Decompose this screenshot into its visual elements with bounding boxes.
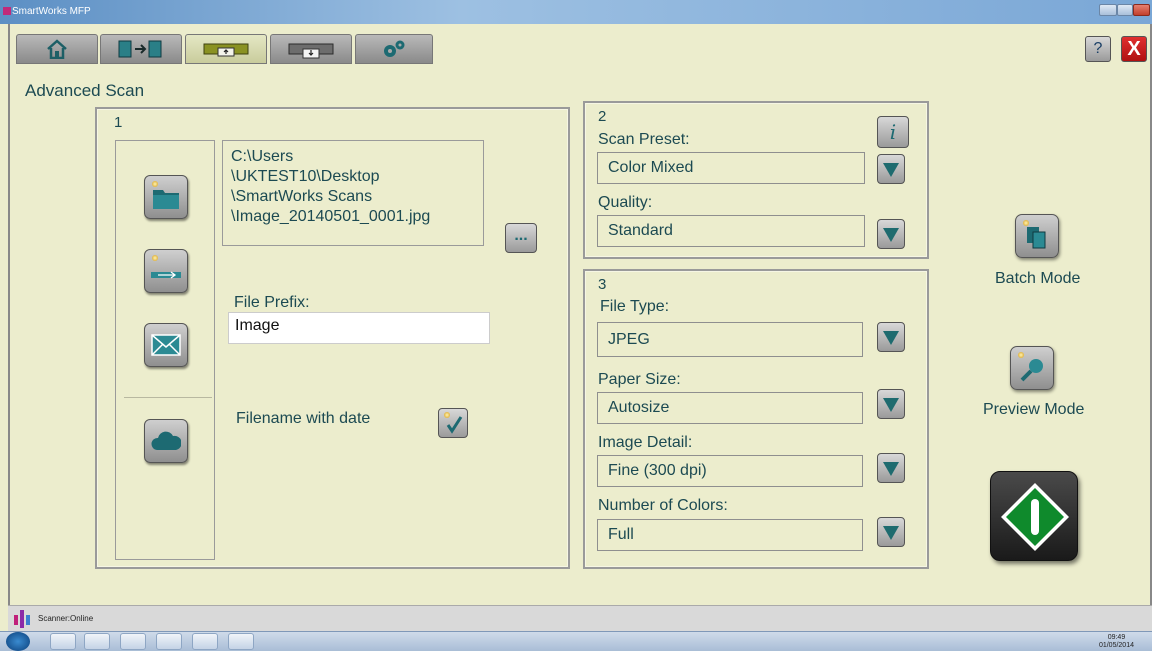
clock: 09:49 01/05/2014 [1099,634,1134,650]
checkmark-icon [446,416,463,434]
scan-icon [203,43,249,57]
file-type-select[interactable]: JPEG [597,322,863,357]
window-title: SmartWorks MFP [12,6,91,17]
quality-label: Quality: [598,194,653,211]
taskbar-paint-icon[interactable] [228,633,254,650]
panel-number: 2 [598,108,607,125]
minimize-button[interactable] [1099,4,1117,16]
cloud-icon [151,431,181,450]
page-title: Advanced Scan [25,81,145,100]
print-icon [288,43,334,59]
save-to-folder-button[interactable] [144,175,188,219]
email-icon [151,334,181,356]
number-of-colors-select[interactable]: Full [597,519,863,551]
paper-size-dropdown-button[interactable] [877,389,905,419]
paper-size-label: Paper Size: [598,371,681,388]
batch-pages-icon [1027,227,1046,249]
clock-time: 09:49 [1107,634,1126,641]
batch-mode-label: Batch Mode [995,270,1081,287]
filename-with-date-checkbox[interactable] [438,408,468,438]
divider [124,397,212,398]
exit-button[interactable]: X [1121,36,1147,62]
start-menu-button[interactable] [6,632,30,651]
file-type-label: File Type: [600,298,670,315]
taskbar-chrome-icon[interactable] [120,633,146,650]
path-line: C:\Users [231,148,294,165]
path-line: \UKTEST10\Desktop [231,168,380,185]
scanner-status-text: Scanner:Online [38,614,94,623]
maximize-button[interactable] [1117,4,1133,16]
quality-select[interactable]: Standard [597,215,865,247]
email-button[interactable] [144,323,188,367]
file-prefix-label: File Prefix: [234,294,310,311]
filename-with-date-label: Filename with date [236,410,371,427]
scan-preset-select[interactable]: Color Mixed [597,152,865,184]
path-line: \Image_20140501_0001.jpg [231,208,431,225]
info-button[interactable]: i [877,116,909,148]
number-of-colors-dropdown-button[interactable] [877,517,905,547]
start-icon [1001,483,1069,551]
path-line: \SmartWorks Scans [231,188,373,205]
folder-icon [153,190,179,209]
home-icon [47,39,67,59]
panel-number: 3 [598,276,607,293]
tab-settings[interactable] [355,34,433,64]
status-bar: Scanner:Online [8,605,1152,631]
save-to-usb-button[interactable] [144,249,188,293]
preview-mode-button[interactable] [1010,346,1054,390]
image-detail-dropdown-button[interactable] [877,453,905,483]
start-scan-button[interactable] [990,471,1078,561]
cloud-button[interactable] [144,419,188,463]
save-path-display: C:\Users \UKTEST10\Desktop \SmartWorks S… [222,140,484,246]
image-detail-select[interactable]: Fine (300 dpi) [597,455,863,487]
paper-size-select[interactable]: Autosize [597,392,863,424]
window-titlebar: SmartWorks MFP [0,0,1152,24]
browse-button[interactable]: ... [505,223,537,253]
file-type-dropdown-button[interactable] [877,322,905,352]
taskbar-explorer-icon[interactable] [50,633,76,650]
gears-icon [384,40,405,57]
usb-icon [151,271,181,279]
number-of-colors-label: Number of Colors: [598,497,728,514]
preview-mode-label: Preview Mode [983,401,1085,418]
scanner-status-icon [14,610,30,628]
quality-dropdown-button[interactable] [877,219,905,249]
scan-preset-dropdown-button[interactable] [877,154,905,184]
window-close-button[interactable] [1133,4,1150,16]
batch-mode-button[interactable] [1015,214,1059,258]
copy-icon [118,40,162,58]
tab-scan[interactable] [185,34,267,64]
app-icon [3,7,11,15]
tab-home[interactable] [16,34,98,64]
taskbar-media-icon[interactable] [84,633,110,650]
help-button[interactable]: ? [1085,36,1111,62]
panel-number: 1 [114,114,123,131]
scan-preset-label: Scan Preset: [598,131,690,148]
tab-copy[interactable] [100,34,182,64]
image-detail-label: Image Detail: [598,434,693,451]
taskbar-smartworks2-icon[interactable] [192,633,218,650]
taskbar-smartworks-icon[interactable] [156,633,182,650]
file-prefix-input[interactable]: Image [228,312,490,344]
clock-date: 01/05/2014 [1098,642,1134,649]
tab-print[interactable] [270,34,352,64]
magnifier-icon [1020,359,1043,382]
